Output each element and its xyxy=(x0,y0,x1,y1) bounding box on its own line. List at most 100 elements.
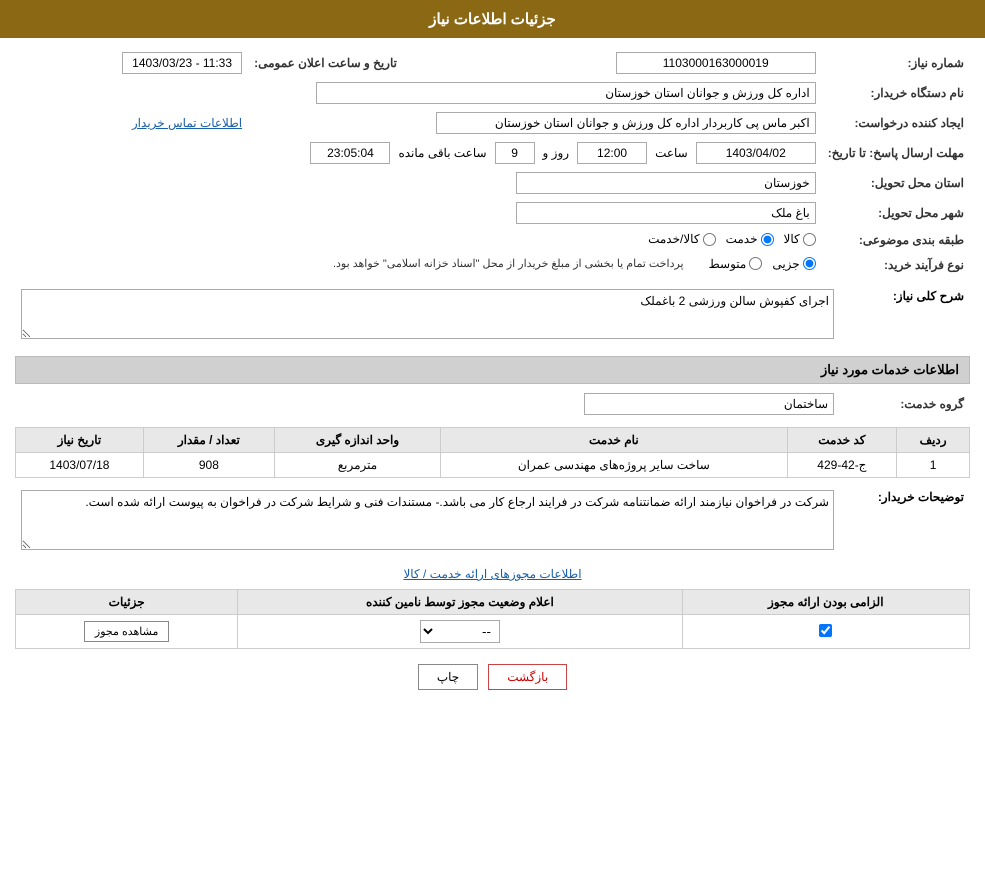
category-kala-item: کالا xyxy=(784,232,816,246)
back-button[interactable]: بازگشت xyxy=(488,664,567,690)
purchase-type-jozi-item: جزیی xyxy=(772,257,815,271)
need-summary-textarea[interactable] xyxy=(21,289,834,339)
cell-quantity: 908 xyxy=(143,453,274,478)
send-days-input: 9 xyxy=(495,142,535,164)
service-group-input: ساختمان xyxy=(584,393,834,415)
permits-section-link[interactable]: اطلاعات مجوزهای ارائه خدمت / کالا xyxy=(403,567,581,581)
send-days-label-text: روز و xyxy=(543,146,570,160)
send-deadline-label: مهلت ارسال پاسخ: تا تاریخ: xyxy=(822,138,970,168)
notice-number-value: 1103000163000019 xyxy=(403,48,822,78)
permit-details-cell: مشاهده مجوز xyxy=(16,615,238,649)
table-row: 1 ج-42-429 ساخت سایر پروژه‌های مهندسی عم… xyxy=(16,453,970,478)
purchase-type-jozi-label: جزیی xyxy=(772,257,799,271)
col-row: ردیف xyxy=(897,428,970,453)
buyer-notes-textarea[interactable] xyxy=(21,490,834,550)
permits-col-status: اعلام وضعیت مجوز توسط نامین کننده xyxy=(238,590,682,615)
buyer-org-value: اداره کل ورزش و جوانان استان خوزستان xyxy=(15,78,822,108)
purchase-type-motavaset-item: متوسط xyxy=(709,257,763,271)
category-khedmat-item: خدمت xyxy=(726,232,774,246)
request-creator-label: ایجاد کننده درخواست: xyxy=(822,108,970,138)
col-name: نام خدمت xyxy=(441,428,787,453)
category-khedmat-label: خدمت xyxy=(726,232,758,246)
category-radio-group: کالا خدمت کالا/خدمت xyxy=(648,232,816,246)
cell-unit: مترمربع xyxy=(274,453,440,478)
service-group-label: گروه خدمت: xyxy=(840,389,970,419)
purchase-type-motavaset-radio[interactable] xyxy=(749,257,762,270)
category-kala-khedmat-radio[interactable] xyxy=(703,233,716,246)
cell-row: 1 xyxy=(897,453,970,478)
request-creator-value: اکبر ماس پی کاربردار اداره کل ورزش و جوا… xyxy=(248,108,822,138)
announce-datetime-input: 1403/03/23 - 11:33 xyxy=(122,52,242,74)
cell-name: ساخت سایر پروژه‌های مهندسی عمران xyxy=(441,453,787,478)
permits-section-link-div: اطلاعات مجوزهای ارائه خدمت / کالا xyxy=(15,567,970,581)
purchase-type-motavaset-label: متوسط xyxy=(709,257,747,271)
delivery-city-value: باغ ملک xyxy=(15,198,822,228)
delivery-province-input: خوزستان xyxy=(516,172,816,194)
cell-code: ج-42-429 xyxy=(787,453,897,478)
need-summary-label: شرح کلی نیاز: xyxy=(840,285,970,346)
category-kala-label: کالا xyxy=(784,232,800,246)
col-unit: واحد اندازه گیری xyxy=(274,428,440,453)
permit-required-checkbox[interactable] xyxy=(819,624,832,637)
buyer-org-label: نام دستگاه خریدار: xyxy=(822,78,970,108)
purchase-type-jozi-radio[interactable] xyxy=(803,257,816,270)
list-item: -- مشاهده مجوز xyxy=(16,615,970,649)
category-options: کالا خدمت کالا/خدمت xyxy=(15,228,822,253)
col-code: کد خدمت xyxy=(787,428,897,453)
category-kala-khedmat-label: کالا/خدمت xyxy=(648,232,699,246)
buyer-org-input: اداره کل ورزش و جوانان استان خوزستان xyxy=(316,82,816,104)
cell-date: 1403/07/18 xyxy=(16,453,144,478)
send-date-input: 1403/04/02 xyxy=(696,142,816,164)
delivery-city-input: باغ ملک xyxy=(516,202,816,224)
purchase-type-radio-group: جزیی متوسط پرداخت تمام یا بخشی از مبلغ خ… xyxy=(333,257,816,271)
need-summary-section: شرح کلی نیاز: xyxy=(15,285,970,346)
send-time-input: 12:00 xyxy=(577,142,647,164)
purchase-type-note: پرداخت تمام یا بخشی از مبلغ خریدار از مح… xyxy=(333,257,684,270)
category-kala-khedmat-item: کالا/خدمت xyxy=(648,232,715,246)
announce-datetime-label: تاریخ و ساعت اعلان عمومی: xyxy=(248,48,403,78)
permits-col-required: الزامی بودن ارائه مجوز xyxy=(682,590,969,615)
request-creator-input: اکبر ماس پی کاربردار اداره کل ورزش و جوا… xyxy=(436,112,816,134)
permits-col-details: جزئیات xyxy=(16,590,238,615)
print-button[interactable]: چاپ xyxy=(418,664,478,690)
deadline-row: 1403/04/02 ساعت 12:00 روز و 9 ساعت باقی … xyxy=(21,142,816,164)
send-remaining-input: 23:05:04 xyxy=(310,142,390,164)
main-content: شماره نیاز: 1103000163000019 تاریخ و ساع… xyxy=(0,38,985,715)
announce-datetime-value: 1403/03/23 - 11:33 xyxy=(15,48,248,78)
buyer-notes-value xyxy=(15,486,840,557)
page-title: جزئیات اطلاعات نیاز xyxy=(429,11,556,28)
need-summary-value xyxy=(15,285,840,346)
services-section-title: اطلاعات خدمات مورد نیاز xyxy=(15,356,970,384)
buyer-notes-table: توضیحات خریدار: xyxy=(15,486,970,557)
permit-status-select[interactable]: -- xyxy=(420,620,500,643)
purchase-type-label: نوع فرآیند خرید: xyxy=(822,253,970,278)
services-data-table: ردیف کد خدمت نام خدمت واحد اندازه گیری ت… xyxy=(15,427,970,478)
delivery-province-label: استان محل تحویل: xyxy=(822,168,970,198)
send-deadline-value: 1403/04/02 ساعت 12:00 روز و 9 ساعت باقی … xyxy=(15,138,822,168)
purchase-type-options: جزیی متوسط پرداخت تمام یا بخشی از مبلغ خ… xyxy=(15,253,822,278)
page-wrapper: جزئیات اطلاعات نیاز شماره نیاز: 11030001… xyxy=(0,0,985,875)
basic-info-table: شماره نیاز: 1103000163000019 تاریخ و ساع… xyxy=(15,48,970,277)
category-label: طبقه بندی موضوعی: xyxy=(822,228,970,253)
send-time-label-text: ساعت xyxy=(655,146,688,160)
view-permit-button[interactable]: مشاهده مجوز xyxy=(84,621,169,642)
delivery-province-value: خوزستان xyxy=(15,168,822,198)
contact-info-link[interactable]: اطلاعات تماس خریدار xyxy=(132,116,242,130)
notice-number-input: 1103000163000019 xyxy=(616,52,816,74)
need-summary-table: شرح کلی نیاز: xyxy=(15,285,970,346)
col-quantity: تعداد / مقدار xyxy=(143,428,274,453)
service-group-value: ساختمان xyxy=(15,389,840,419)
notice-number-label: شماره نیاز: xyxy=(822,48,970,78)
col-date: تاریخ نیاز xyxy=(16,428,144,453)
contact-info-link-cell: اطلاعات تماس خریدار xyxy=(15,108,248,138)
footer-buttons: بازگشت چاپ xyxy=(15,649,970,705)
service-group-table: گروه خدمت: ساختمان xyxy=(15,389,970,419)
permit-required-cell xyxy=(682,615,969,649)
delivery-city-label: شهر محل تحویل: xyxy=(822,198,970,228)
buyer-notes-label: توضیحات خریدار: xyxy=(840,486,970,557)
category-kala-radio[interactable] xyxy=(803,233,816,246)
category-khedmat-radio[interactable] xyxy=(761,233,774,246)
page-header: جزئیات اطلاعات نیاز xyxy=(0,0,985,38)
send-remaining-label-text: ساعت باقی مانده xyxy=(398,146,486,160)
permits-table: الزامی بودن ارائه مجوز اعلام وضعیت مجوز … xyxy=(15,589,970,649)
